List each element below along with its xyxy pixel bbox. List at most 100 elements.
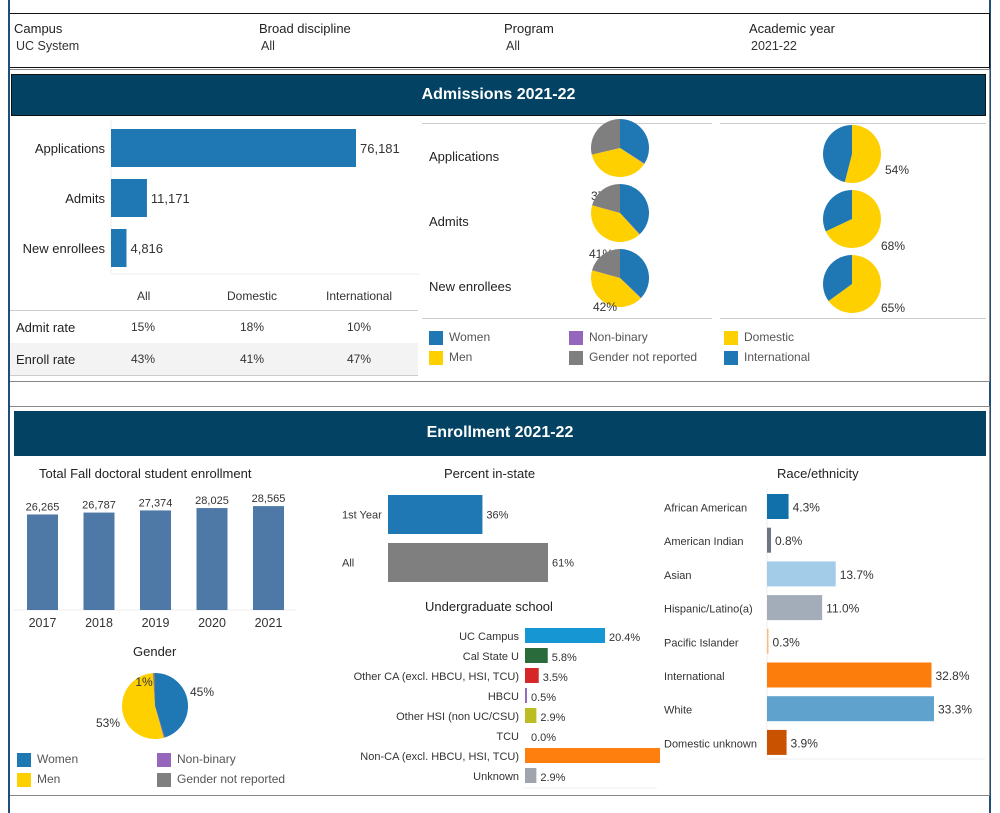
bar-value-label: 5.8% <box>552 652 577 664</box>
bar-value-label: 3.5% <box>543 672 568 684</box>
admissions-gender-legend: Women Men Non-binary Gender not reported <box>429 330 719 370</box>
x-tick-label: 2017 <box>29 616 57 630</box>
race-ethnicity-chart: African American 4.3% American Indian 0.8% A… <box>664 488 985 760</box>
bar-new-enrollees <box>111 229 127 267</box>
bar-value-label: 11,171 <box>151 191 190 206</box>
legend-swatch <box>724 351 738 365</box>
filter-campus[interactable]: Campus UC System <box>14 21 79 53</box>
bar-american-indian <box>767 527 772 553</box>
legend-label: Gender not reported <box>177 772 286 786</box>
bar-asian <box>767 561 836 587</box>
pie-row-label: Applications <box>429 149 500 164</box>
admissions-residency-pies: 54% 68% 65% <box>823 125 909 315</box>
bar-category-label: UC Campus <box>459 631 519 643</box>
admissions-gender-pies: 37%41%42% <box>589 119 649 314</box>
table-row-enroll-rate: Enroll rate 43% 41% 47% <box>10 343 418 375</box>
admissions-residency-legend: Domestic International <box>724 330 984 370</box>
filter-bar: Campus UC System Broad discipline All Pr… <box>10 13 990 68</box>
race-ethnicity-title: Race/ethnicity <box>777 466 859 481</box>
filter-value[interactable]: UC System <box>14 39 79 53</box>
bar-domestic-unknown <box>767 729 787 755</box>
bar-category-label: Domestic unknown <box>664 738 757 750</box>
filter-academic-year[interactable]: Academic year 2021-22 <box>749 21 835 53</box>
enrollment-gender-pie: 45% 53% 1% <box>96 673 214 739</box>
legend-swatch <box>724 331 738 345</box>
bar-value-label: 28,025 <box>195 495 229 507</box>
bar-1st-year <box>388 495 483 534</box>
bar-2018 <box>83 512 115 610</box>
bar-value-label: 36% <box>486 510 508 522</box>
bar-value-label: 0.3% <box>773 635 801 649</box>
filter-value[interactable]: All <box>259 39 351 53</box>
bar-category-label: Other CA (excl. HBCU, HSI, TCU) <box>354 671 519 683</box>
bar-2017 <box>27 514 58 610</box>
bar-value-label: 4,816 <box>130 241 163 256</box>
bar-cal-state-u <box>525 648 548 663</box>
total-enrollment-chart: 26,265 2017 26,787 2018 27,374 2019 28,025 2020… <box>14 493 296 630</box>
bar-international <box>767 662 932 688</box>
bar-white <box>767 696 934 722</box>
bar-value-label: 3.9% <box>791 736 819 750</box>
x-tick-label: 2018 <box>85 616 113 630</box>
percent-in-state-chart: 1st Year 36% All 61% <box>342 495 574 582</box>
undergraduate-school-chart: UC Campus 20.4% Cal State U 5.8% Other CA (e… <box>354 628 660 789</box>
bar-value-label: 26,265 <box>26 501 60 513</box>
bar-value-label: 26,787 <box>82 500 116 512</box>
bar-value-label: 4.3% <box>793 501 821 515</box>
bar-value-label: 13.7% <box>840 568 874 582</box>
bar-non-ca-excl-hbcu-hsi-tcu <box>525 748 660 763</box>
bar-category-label: Applications <box>35 141 106 156</box>
filter-program[interactable]: Program All <box>504 21 554 53</box>
bar-value-label: 27,374 <box>139 497 173 509</box>
row-label: Enroll rate <box>16 352 76 367</box>
bar-value-label: 61% <box>552 558 574 570</box>
x-tick-label: 2021 <box>255 616 283 630</box>
filter-label: Campus <box>14 21 63 36</box>
legend-swatch <box>429 331 443 345</box>
bar-category-label: Pacific Islander <box>664 637 739 649</box>
legend-swatch <box>569 351 583 365</box>
bar-category-label: HBCU <box>488 691 519 703</box>
filter-label: Program <box>504 21 554 36</box>
pie-value-label: 42% <box>593 300 617 314</box>
cell-value: 41% <box>240 352 265 366</box>
bar-category-label: Other HSI (non UC/CSU) <box>396 711 519 723</box>
legend-label: Gender not reported <box>589 350 698 364</box>
cell-value: 15% <box>131 320 156 334</box>
bar-african-american <box>767 494 789 519</box>
col-header-all: All <box>137 289 151 303</box>
col-header-domestic: Domestic <box>227 289 278 303</box>
bar-category-label: All <box>342 558 354 570</box>
bar-value-label: 2.9% <box>540 712 565 724</box>
bar-all <box>388 543 548 582</box>
filter-value[interactable]: 2021-22 <box>749 39 835 53</box>
pie-value-label: 45% <box>190 685 214 699</box>
pie-value-label: 65% <box>881 301 905 315</box>
percent-in-state-title: Percent in-state <box>444 466 536 481</box>
divider <box>10 375 418 376</box>
total-enrollment-title: Total Fall doctoral student enrollment <box>39 466 252 481</box>
x-tick-label: 2019 <box>142 616 170 630</box>
admissions-funnel-chart: Applications 76,181 Admits 11,171 New enroll… <box>23 120 420 275</box>
bar-category-label: Unknown <box>473 771 519 783</box>
bar-2021 <box>253 506 284 610</box>
bar-value-label: 20.4% <box>609 632 640 644</box>
x-tick-label: 2020 <box>198 616 226 630</box>
divider <box>422 318 712 319</box>
row-label: Admit rate <box>16 320 76 335</box>
bar-2020 <box>196 508 228 610</box>
bar-hispanic-latino-a <box>767 595 823 621</box>
filter-broad-discipline[interactable]: Broad discipline All <box>259 21 351 53</box>
legend-label: Men <box>449 350 473 364</box>
legend-swatch <box>17 753 31 767</box>
bar-other-ca-excl-hbcu-hsi-tcu <box>525 668 539 683</box>
pie-value-label: 53% <box>96 716 120 730</box>
divider <box>720 318 986 319</box>
bar-value-label: 32.8% <box>935 669 969 683</box>
bar-applications <box>111 129 356 167</box>
filter-label: Academic year <box>749 21 835 36</box>
pie-value-label: 54% <box>885 163 909 177</box>
bar-category-label: White <box>664 705 692 717</box>
pie-value-label: 1% <box>135 675 153 689</box>
filter-value[interactable]: All <box>504 39 554 53</box>
